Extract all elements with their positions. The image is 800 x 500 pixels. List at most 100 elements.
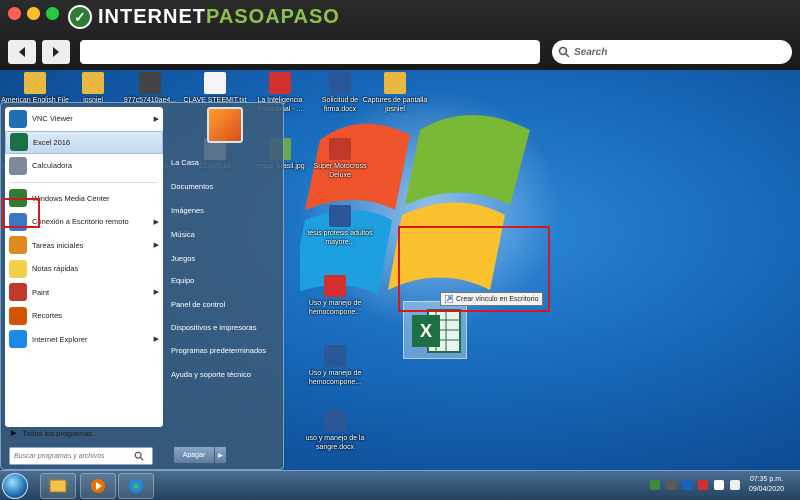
- file-icon: [324, 275, 346, 297]
- start-menu-place[interactable]: Programas predeterminados: [167, 339, 281, 361]
- file-icon: [139, 72, 161, 94]
- folder-icon: [49, 479, 67, 493]
- desktop-icon[interactable]: Captures de pantalla josniel: [360, 72, 430, 114]
- volume-icon[interactable]: [730, 480, 740, 490]
- taskbar-browser-button[interactable]: [118, 473, 154, 499]
- start-menu-place[interactable]: Dispositivos e impresoras: [167, 316, 281, 338]
- desktop-icon[interactable]: 977c57410ae4...: [115, 72, 185, 105]
- start-orb-button[interactable]: [2, 473, 28, 499]
- program-icon: [9, 330, 27, 349]
- start-menu-item-label: Calculadora: [32, 161, 73, 171]
- desktop-icon[interactable]: CLAVE STEEMIT.txt: [180, 72, 250, 105]
- search-placeholder: Search: [574, 46, 608, 58]
- start-menu-item[interactable]: Recortes: [5, 304, 163, 328]
- tray-app-icon[interactable]: [666, 480, 676, 490]
- file-icon: [204, 72, 226, 94]
- program-icon: [9, 236, 27, 255]
- start-menu-item-label: Paint: [32, 287, 50, 297]
- highlight-excel-menu-item: [2, 198, 40, 228]
- desktop-icon-label: Uso y manejo de hemocompone...: [308, 300, 362, 316]
- system-tray: [650, 480, 740, 490]
- submenu-arrow-icon[interactable]: ▶: [154, 218, 159, 226]
- program-icon: [9, 306, 27, 325]
- start-menu-item-label: VNC Viewer: [32, 114, 73, 124]
- desktop-icon-label: Super Motocross Deluxe: [313, 163, 367, 179]
- brand-text-main: INTERNET: [98, 5, 206, 28]
- network-icon[interactable]: [714, 480, 724, 490]
- start-menu-item[interactable]: Notas rápidas: [5, 257, 163, 281]
- program-icon: [10, 133, 28, 152]
- edge-icon: [129, 479, 143, 493]
- start-menu-item[interactable]: VNC Viewer ▶: [5, 107, 163, 131]
- brand-text-accent: PASOAPASO: [206, 5, 340, 28]
- start-search-field[interactable]: [9, 447, 153, 465]
- excel-icon: X: [412, 309, 461, 353]
- submenu-arrow-icon[interactable]: ▶: [154, 335, 159, 343]
- minimize-dot[interactable]: [27, 7, 40, 20]
- brand-logo: ✓ INTERNETPASOAPASO: [68, 5, 340, 29]
- submenu-arrow-icon[interactable]: ▶: [154, 241, 159, 249]
- start-menu-place[interactable]: La Casa: [167, 151, 281, 173]
- all-programs-button[interactable]: ▶ Todos los programas: [5, 423, 163, 443]
- search-input[interactable]: Search: [552, 40, 792, 64]
- start-menu-item[interactable]: Tareas iniciales ▶: [5, 234, 163, 258]
- triangle-right-icon: ▶: [11, 430, 17, 437]
- maximize-dot[interactable]: [46, 7, 59, 20]
- program-icon: [9, 156, 27, 175]
- desktop-icon[interactable]: Super Motocross Deluxe: [305, 138, 375, 180]
- start-menu-programs: VNC Viewer ▶ Excel 2016 Calculadora Windows …: [5, 107, 163, 427]
- start-menu-place[interactable]: Imágenes: [167, 199, 281, 221]
- tray-app-icon[interactable]: [650, 480, 660, 490]
- window-controls: [8, 7, 59, 20]
- desktop-icon[interactable]: Uso y manejo de hemocompone...: [300, 345, 370, 387]
- start-menu-item-label: Windows Media Center: [32, 193, 110, 203]
- start-menu: VNC Viewer ▶ Excel 2016 Calculadora Windows …: [0, 102, 284, 470]
- start-menu-item-label: Recortes: [32, 311, 63, 321]
- start-menu-place[interactable]: Documentos: [167, 175, 281, 197]
- file-icon: [329, 72, 351, 94]
- desktop-icon[interactable]: Uso y manejo de hemocompone...: [300, 275, 370, 317]
- svg-text:X: X: [420, 321, 432, 341]
- program-icon: [9, 283, 27, 302]
- file-icon: [384, 72, 406, 94]
- media-player-icon: [91, 479, 105, 493]
- search-icon: [134, 451, 144, 461]
- start-search-input[interactable]: [14, 452, 134, 460]
- start-menu-item[interactable]: Excel 2016: [5, 130, 163, 154]
- forward-button[interactable]: [42, 40, 70, 64]
- submenu-arrow-icon[interactable]: ▶: [154, 115, 159, 123]
- start-menu-place[interactable]: Ayuda y soporte técnico: [167, 363, 281, 385]
- arrow-left-icon: [19, 47, 25, 57]
- file-icon: [269, 72, 291, 94]
- taskbar: 07:35 p.m. 09/04/2020: [0, 470, 800, 500]
- clock-time: 07:35 p.m.: [749, 476, 784, 483]
- arrow-right-icon: [53, 47, 59, 57]
- shutdown-button[interactable]: Apagar: [173, 446, 215, 464]
- back-button[interactable]: [8, 40, 36, 64]
- desktop-icon[interactable]: uso y manejo de la sangre.docx: [300, 410, 370, 452]
- address-bar[interactable]: [80, 40, 540, 64]
- start-menu-item-label: Internet Explorer: [32, 334, 88, 344]
- shutdown-control: Apagar ▶: [173, 446, 227, 464]
- shutdown-options-button[interactable]: ▶: [215, 446, 227, 464]
- start-menu-place[interactable]: Equipo: [167, 269, 281, 291]
- user-avatar[interactable]: [207, 107, 243, 143]
- start-menu-place[interactable]: Panel de control: [167, 293, 281, 315]
- desktop-icon[interactable]: tesis protesis adultos mayore...: [305, 205, 375, 247]
- taskbar-media-button[interactable]: [80, 473, 116, 499]
- start-menu-item[interactable]: Internet Explorer ▶: [5, 328, 163, 352]
- start-menu-place[interactable]: Música: [167, 223, 281, 245]
- start-menu-places: La Casa Documentos Imágenes Música Juegos Equ…: [167, 107, 281, 467]
- taskbar-explorer-button[interactable]: [40, 473, 76, 499]
- desktop-icon-label: uso y manejo de la sangre.docx: [305, 435, 365, 451]
- submenu-arrow-icon[interactable]: ▶: [154, 288, 159, 296]
- tray-app-icon[interactable]: [682, 480, 692, 490]
- close-dot[interactable]: [8, 7, 21, 20]
- clock[interactable]: 07:35 p.m. 09/04/2020: [749, 475, 784, 495]
- start-menu-item[interactable]: Paint ▶: [5, 281, 163, 305]
- clock-date: 09/04/2020: [748, 486, 784, 493]
- start-menu-place[interactable]: Juegos: [167, 247, 281, 269]
- tray-app-icon[interactable]: [698, 480, 708, 490]
- start-menu-item[interactable]: Calculadora: [5, 154, 163, 178]
- separator: [11, 181, 157, 183]
